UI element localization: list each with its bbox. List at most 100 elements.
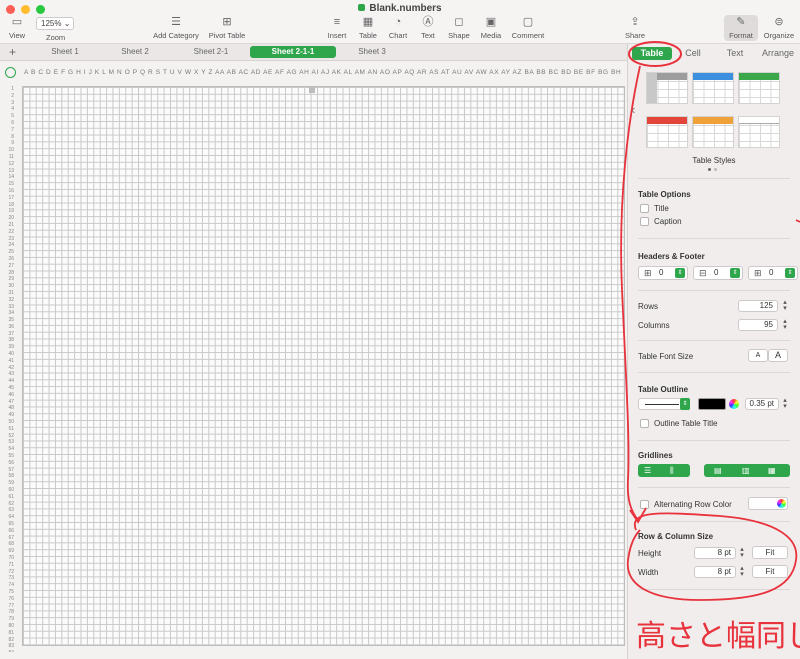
row-number[interactable]: 7 (0, 127, 22, 134)
header-columns-control[interactable]: ⊟ 0 ⇕ (693, 266, 743, 280)
row-number[interactable]: 18 (0, 202, 22, 209)
row-number[interactable]: 9 (0, 140, 22, 147)
inspector-tab-text[interactable]: Text (720, 47, 750, 60)
row-number[interactable]: 62 (0, 501, 22, 508)
chart-button[interactable]: ◔ Chart (386, 16, 410, 40)
title-checkbox[interactable] (640, 204, 649, 213)
row-number[interactable]: 35 (0, 317, 22, 324)
row-number[interactable]: 79 (0, 616, 22, 623)
close-window-button[interactable] (6, 5, 15, 14)
caption-checkbox[interactable] (640, 217, 649, 226)
view-button[interactable]: ▭ View (6, 16, 28, 40)
row-number[interactable]: 8 (0, 134, 22, 141)
chevron-left-icon[interactable]: ‹ (631, 102, 635, 117)
zoom-select[interactable]: 125% ⌄ (36, 17, 74, 30)
format-button[interactable]: ✎ Format (726, 16, 756, 40)
zoom-window-button[interactable] (36, 5, 45, 14)
row-number[interactable]: 70 (0, 555, 22, 562)
row-number[interactable]: 81 (0, 630, 22, 637)
row-height-stepper[interactable]: ▴ ▾ (738, 546, 746, 559)
row-number[interactable]: 20 (0, 215, 22, 222)
row-number[interactable]: 63 (0, 507, 22, 514)
header-gridlines-icon[interactable]: ▤ (714, 466, 722, 475)
row-number[interactable]: 40 (0, 351, 22, 358)
row-number[interactable]: 57 (0, 467, 22, 474)
columns-input[interactable]: 95 (738, 319, 778, 331)
row-number[interactable]: 1 (0, 86, 22, 93)
row-number[interactable]: 68 (0, 541, 22, 548)
comment-button[interactable]: ▢ Comment (510, 16, 546, 40)
inspector-tab-table[interactable]: Table (632, 47, 672, 60)
row-number[interactable]: 33 (0, 304, 22, 311)
table-style-gray[interactable] (646, 72, 688, 104)
shape-button[interactable]: ◻ Shape (446, 16, 472, 40)
row-number[interactable]: 48 (0, 405, 22, 412)
row-number[interactable]: 2 (0, 93, 22, 100)
row-number[interactable]: 72 (0, 569, 22, 576)
alternating-row-checkbox[interactable] (640, 500, 649, 509)
row-number[interactable]: 29 (0, 276, 22, 283)
row-number[interactable]: 60 (0, 487, 22, 494)
row-number[interactable]: 37 (0, 331, 22, 338)
media-button[interactable]: ▣ Media (478, 16, 504, 40)
row-number[interactable]: 43 (0, 371, 22, 378)
row-number[interactable]: 39 (0, 344, 22, 351)
outline-table-title-checkbox[interactable] (640, 419, 649, 428)
row-number[interactable]: 31 (0, 290, 22, 297)
rows-input[interactable]: 125 (738, 300, 778, 312)
row-number[interactable]: 6 (0, 120, 22, 127)
table-style-red[interactable] (646, 116, 688, 148)
rows-stepper[interactable]: ▴ ▾ (781, 299, 789, 312)
row-number[interactable]: 16 (0, 188, 22, 195)
row-number[interactable]: 32 (0, 297, 22, 304)
row-number[interactable]: 50 (0, 419, 22, 426)
organize-button[interactable]: ⊜ Organize (762, 16, 796, 40)
header-rows-stepper[interactable]: ⇕ (675, 268, 685, 278)
inspector-tab-arrange[interactable]: Arrange (758, 47, 798, 60)
row-number[interactable]: 13 (0, 168, 22, 175)
row-number[interactable]: 14 (0, 174, 22, 181)
row-number[interactable]: 65 (0, 521, 22, 528)
outline-width-stepper[interactable]: ▴ ▾ (781, 397, 789, 410)
insert-button[interactable]: ≡ Insert (324, 16, 350, 40)
vertical-gridlines-icon[interactable]: ⫼ (670, 466, 674, 476)
table-button[interactable]: ▦ Table (356, 16, 380, 40)
select-all-circle-icon[interactable] (5, 67, 16, 78)
row-number[interactable]: 55 (0, 453, 22, 460)
row-number[interactable]: 24 (0, 242, 22, 249)
row-number[interactable]: 27 (0, 263, 22, 270)
row-number[interactable]: 78 (0, 609, 22, 616)
horizontal-gridlines-icon[interactable]: ☰ (644, 466, 651, 475)
column-width-stepper[interactable]: ▴ ▾ (738, 565, 746, 578)
row-number[interactable]: 36 (0, 324, 22, 331)
header-column-gridlines-icon[interactable]: ▥ (742, 466, 750, 475)
row-number[interactable]: 19 (0, 208, 22, 215)
row-number[interactable]: 52 (0, 433, 22, 440)
font-larger-button[interactable]: A (768, 349, 788, 362)
row-number-column[interactable]: 1 2 3 4 5 6 7 8 9 10 11 12 13 14 15 16 17 18 19 20 21 22 23 24 2… (0, 86, 22, 652)
row-number[interactable]: 44 (0, 378, 22, 385)
color-wheel-icon[interactable] (729, 399, 739, 409)
row-number[interactable]: 11 (0, 154, 22, 161)
row-number[interactable]: 41 (0, 358, 22, 365)
row-height-input[interactable]: 8 pt (694, 547, 736, 559)
sheet-tab-2-1[interactable]: Sheet 2-1 (178, 46, 244, 58)
share-button[interactable]: ⇪ Share (622, 16, 648, 40)
font-smaller-button[interactable]: A (748, 349, 768, 362)
row-number[interactable]: 28 (0, 270, 22, 277)
row-number[interactable]: 25 (0, 249, 22, 256)
footer-gridlines-icon[interactable]: ▦ (768, 466, 776, 475)
row-number[interactable]: 21 (0, 222, 22, 229)
row-number[interactable]: 22 (0, 229, 22, 236)
row-number[interactable]: 71 (0, 562, 22, 569)
add-category-button[interactable]: ☰ Add Category (150, 16, 202, 40)
row-number[interactable]: 23 (0, 236, 22, 243)
row-number[interactable]: 53 (0, 439, 22, 446)
row-number[interactable]: 75 (0, 589, 22, 596)
row-number[interactable]: 34 (0, 310, 22, 317)
row-number[interactable]: 15 (0, 181, 22, 188)
footer-rows-stepper[interactable]: ⇕ (785, 268, 795, 278)
fit-height-button[interactable]: Fit (752, 546, 788, 559)
row-number[interactable]: 30 (0, 283, 22, 290)
outline-color-well[interactable] (698, 398, 726, 410)
